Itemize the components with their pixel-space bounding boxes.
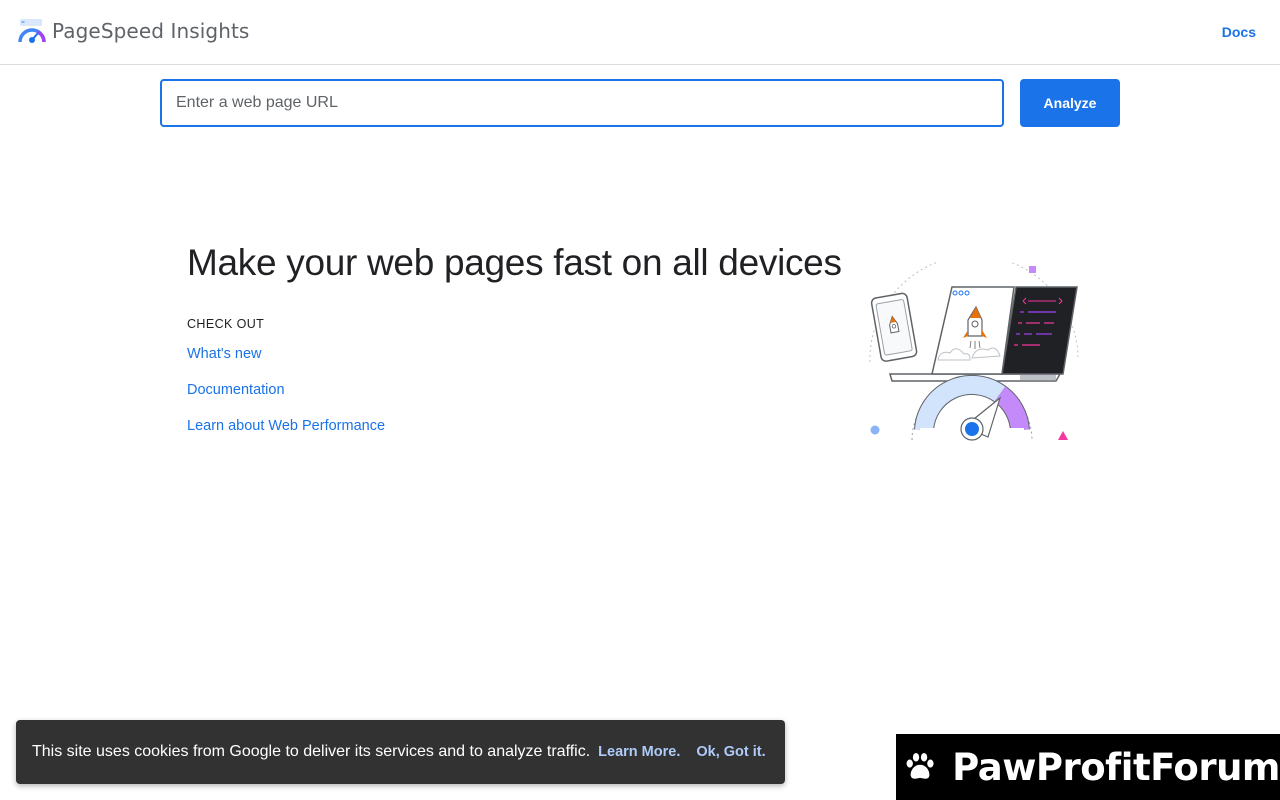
cookie-banner: This site uses cookies from Google to de…	[16, 720, 785, 784]
pagespeed-logo-icon	[18, 19, 46, 43]
docs-link[interactable]: Docs	[1222, 24, 1256, 40]
devices-speed-illustration	[869, 262, 1079, 441]
page: PageSpeed Insights Docs Analyze Make you…	[0, 0, 1280, 800]
paw-icon	[906, 752, 934, 779]
url-input[interactable]	[160, 79, 1004, 127]
analyze-button[interactable]: Analyze	[1020, 79, 1120, 127]
checkout-label: CHECK OUT	[187, 317, 265, 331]
whats-new-link[interactable]: What's new	[187, 346, 385, 382]
brand[interactable]: PageSpeed Insights	[18, 18, 249, 44]
watermark: PawProfitForum	[896, 734, 1280, 800]
web-performance-link[interactable]: Learn about Web Performance	[187, 418, 385, 454]
cookie-message: This site uses cookies from Google to de…	[32, 743, 591, 760]
cookie-ok-button[interactable]: Ok, Got it.	[696, 744, 765, 760]
top-header: PageSpeed Insights Docs	[0, 0, 1280, 65]
watermark-text: PawProfitForum	[952, 745, 1280, 789]
hero-title: Make your web pages fast on all devices	[187, 242, 842, 283]
cookie-learn-more-link[interactable]: Learn More.	[598, 744, 680, 760]
checkout-links: What's new Documentation Learn about Web…	[187, 346, 385, 454]
documentation-link[interactable]: Documentation	[187, 382, 385, 418]
brand-name: PageSpeed Insights	[52, 19, 250, 43]
